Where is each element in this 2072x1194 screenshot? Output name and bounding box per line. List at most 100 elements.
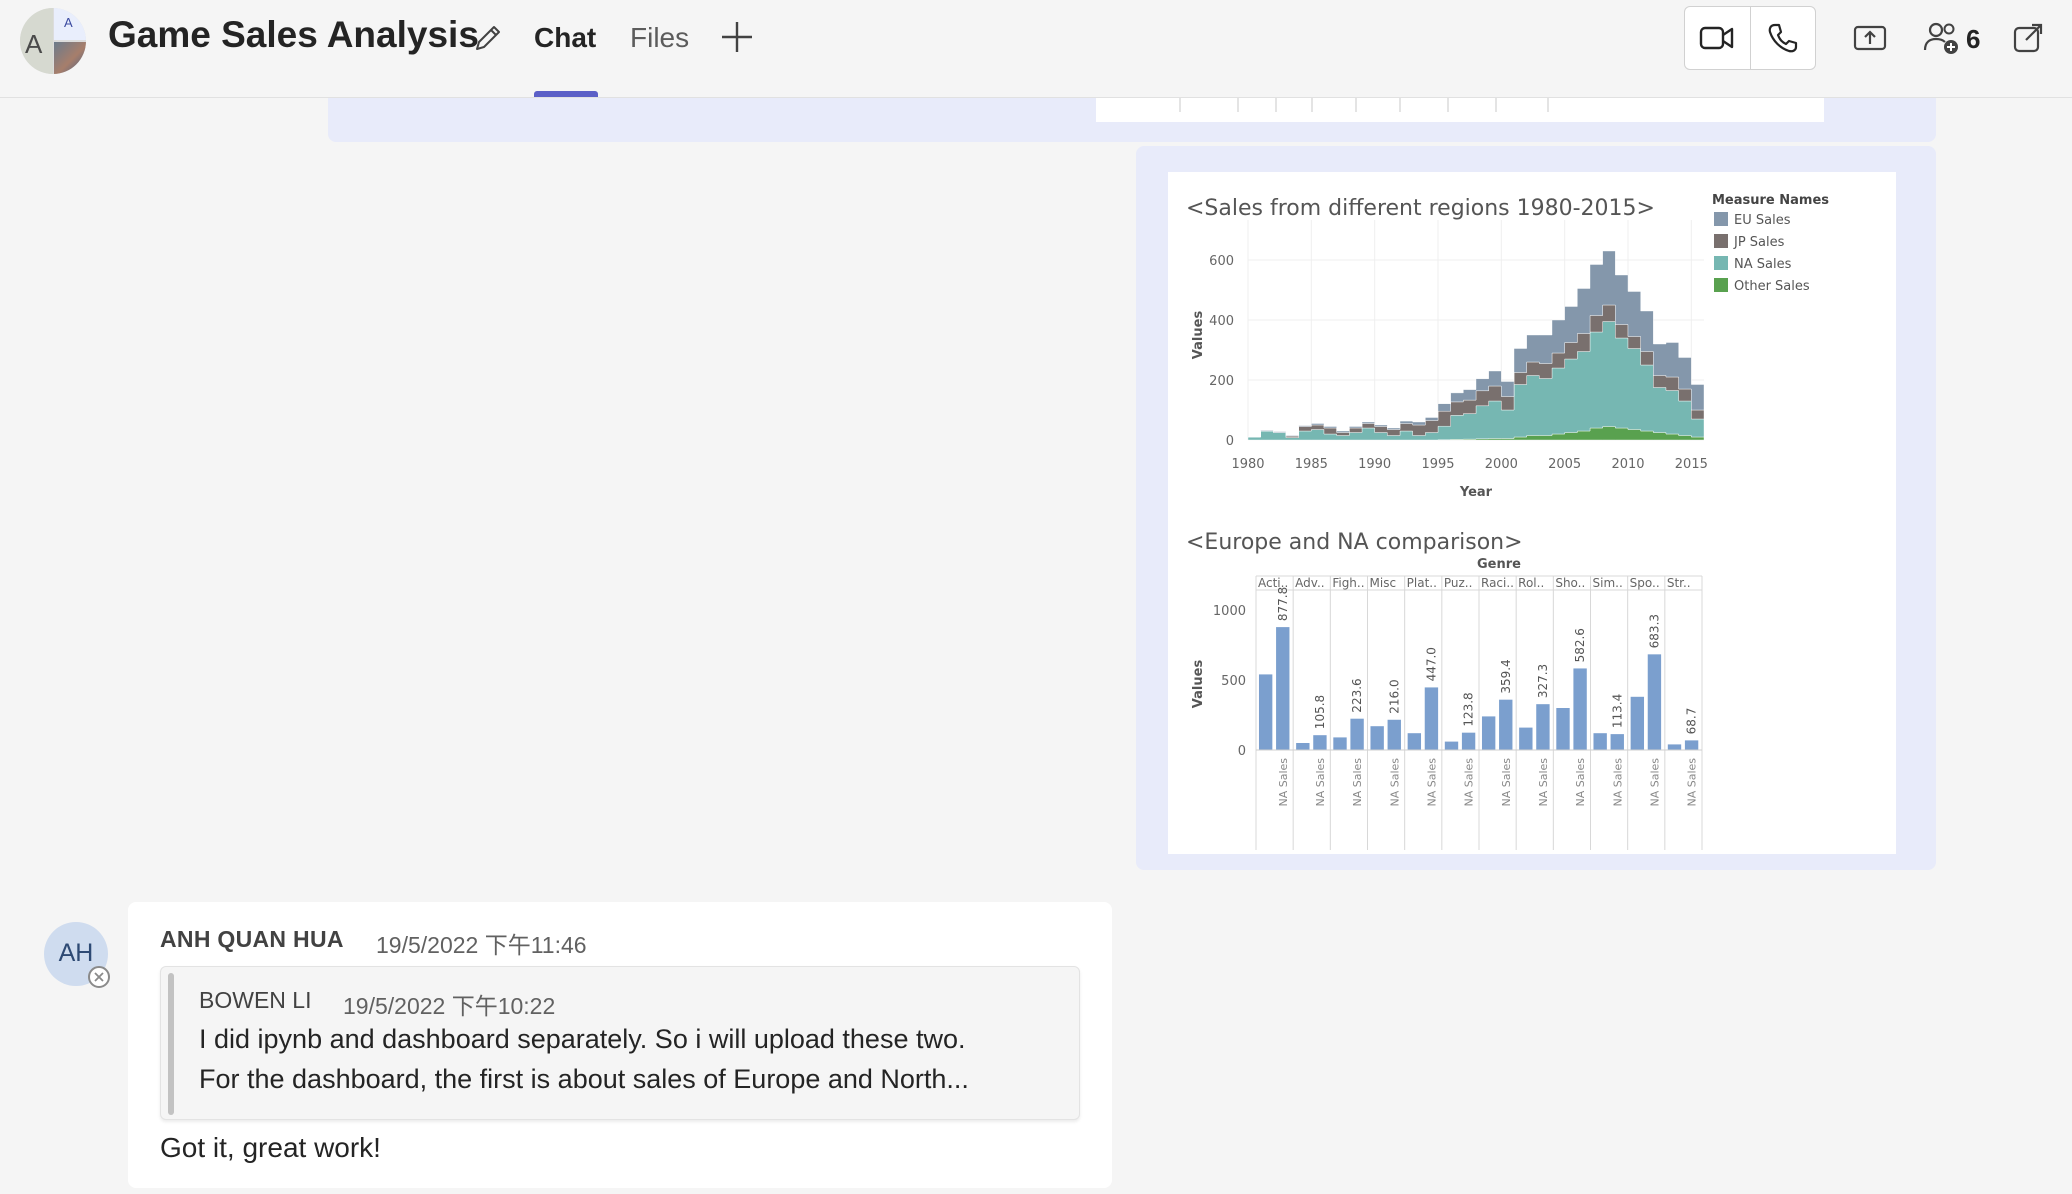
bar-chart-title: <Europe and NA comparison>: [1186, 530, 1523, 555]
y-tick-label: 200: [1209, 374, 1234, 389]
bar-na-sales: [1461, 732, 1476, 750]
genre-label: Figh..: [1332, 576, 1364, 590]
avatar-initial-left: A: [25, 29, 43, 59]
bar: [1296, 743, 1310, 750]
dashboard-message: <Sales from different regions 1980-2015>…: [1136, 146, 1936, 870]
legend-swatch: [1714, 256, 1728, 270]
column-header: Genre: [1477, 557, 1521, 572]
message-sender: ANH QUAN HUA: [160, 926, 344, 952]
quoted-text-line-2: For the dashboard, the first is about sa…: [199, 1064, 969, 1094]
bar: [1444, 741, 1459, 750]
chat-title: Game Sales Analysis: [108, 14, 479, 55]
y-tick-label: 600: [1209, 254, 1234, 269]
genre-label: Sho..: [1555, 576, 1585, 590]
active-tab-indicator: [534, 91, 598, 97]
quoted-reply[interactable]: BOWEN LI 19/5/2022 下午10:22 I did ipynb a…: [160, 966, 1080, 1120]
bar-category-label: NA Sales: [1463, 758, 1476, 807]
bar-category-label: NA Sales: [1574, 758, 1587, 807]
bar: [1593, 733, 1607, 750]
legend-item: EU Sales: [1734, 213, 1791, 228]
bar: [1333, 737, 1347, 750]
bar-value-label: 327.3: [1536, 664, 1550, 698]
call-button-group: [1684, 6, 1816, 70]
x-tick-label: 1985: [1295, 457, 1328, 472]
legend-title: Measure Names: [1712, 193, 1829, 208]
bar-value-label: 223.6: [1350, 678, 1364, 712]
x-tick-label: 2010: [1611, 457, 1644, 472]
x-tick-label: 1995: [1421, 457, 1454, 472]
bar-category-label: NA Sales: [1314, 758, 1327, 807]
group-avatar[interactable]: A A: [20, 8, 86, 74]
legend-swatch: [1714, 234, 1728, 248]
bar-category-label: NA Sales: [1425, 758, 1438, 807]
genre-label: Puz..: [1444, 576, 1473, 590]
bar: [1258, 674, 1273, 750]
bar-category-label: NA Sales: [1611, 758, 1624, 807]
bar-na-sales: [1684, 740, 1699, 750]
share-screen-icon[interactable]: [1846, 14, 1894, 62]
genre-label: Raci..: [1481, 576, 1514, 590]
previous-message: [328, 98, 1936, 142]
pop-out-icon[interactable]: [2004, 14, 2052, 62]
message-text: Got it, great work!: [160, 1132, 381, 1163]
bar-na-sales: [1387, 719, 1401, 750]
message-timestamp: 19/5/2022 下午11:46: [376, 932, 587, 958]
bar-chart: Genre05001000ValuesActi..877.8NA SalesAd…: [1191, 557, 1703, 850]
tab-chat[interactable]: Chat: [534, 22, 596, 54]
bar: [1519, 727, 1533, 750]
chat-header: A A Game Sales Analysis Chat Files 6: [0, 0, 2072, 98]
bar-value-label: 123.8: [1462, 692, 1476, 726]
bar: [1667, 744, 1682, 750]
genre-label: Misc: [1370, 576, 1397, 590]
avatar-initials: AH: [58, 939, 94, 967]
participant-count[interactable]: 6: [1966, 24, 1980, 55]
avatar-initial-top: A: [64, 15, 73, 30]
quoted-text-line-1: I did ipynb and dashboard separately. So…: [199, 1024, 966, 1054]
legend-swatch: [1714, 278, 1728, 292]
bar-value-label: 877.8: [1276, 587, 1290, 621]
participants-icon[interactable]: [1918, 14, 1966, 62]
bar-na-sales: [1499, 699, 1513, 750]
bar-value-label: 447.0: [1424, 647, 1438, 681]
legend-swatch: [1714, 212, 1728, 226]
bar: [1481, 716, 1496, 750]
previous-chart-image[interactable]: [1096, 98, 1824, 122]
dashboard-image[interactable]: <Sales from different regions 1980-2015>…: [1168, 172, 1896, 854]
legend-item: JP Sales: [1733, 235, 1785, 250]
y-axis-label: Values: [1191, 660, 1206, 709]
bar-category-label: NA Sales: [1351, 758, 1364, 807]
bar-category-label: NA Sales: [1388, 758, 1401, 807]
x-tick-label: 2000: [1485, 457, 1518, 472]
bar: [1407, 733, 1422, 750]
bar-value-label: 68.7: [1685, 708, 1699, 735]
bar-value-label: 105.8: [1313, 695, 1327, 729]
legend-item: Other Sales: [1734, 279, 1810, 294]
y-tick-label: 0: [1238, 744, 1246, 759]
edit-icon[interactable]: [470, 20, 506, 56]
video-call-icon[interactable]: [1693, 14, 1741, 62]
area-chart: 0 200 400 600 1980 1985 1990 1995 2000 2005 2010 20…: [1191, 193, 1829, 500]
x-tick-label: 2005: [1548, 457, 1581, 472]
presence-offline-icon: [88, 966, 110, 988]
quote-bar: [168, 973, 174, 1115]
tab-files[interactable]: Files: [630, 22, 689, 54]
legend-item: NA Sales: [1734, 257, 1792, 272]
x-tick-label: 1980: [1231, 457, 1264, 472]
bar-category-label: NA Sales: [1277, 758, 1290, 807]
genre-label: Plat..: [1407, 576, 1437, 590]
y-tick-label: 400: [1209, 314, 1234, 329]
genre-label: Spo..: [1630, 576, 1660, 590]
bar-category-label: NA Sales: [1648, 758, 1661, 807]
bar-value-label: 216.0: [1387, 679, 1401, 713]
bar-na-sales: [1313, 735, 1327, 750]
genre-label: Rol..: [1518, 576, 1544, 590]
y-tick-label: 1000: [1213, 604, 1246, 619]
bar-category-label: NA Sales: [1500, 758, 1513, 807]
bar-na-sales: [1536, 704, 1550, 750]
bar-na-sales: [1350, 718, 1364, 750]
x-axis-label: Year: [1459, 485, 1493, 500]
add-tab-icon[interactable]: [718, 18, 756, 56]
audio-call-icon[interactable]: [1759, 14, 1807, 62]
genre-label: Adv..: [1295, 576, 1324, 590]
y-tick-label: 0: [1226, 434, 1234, 449]
